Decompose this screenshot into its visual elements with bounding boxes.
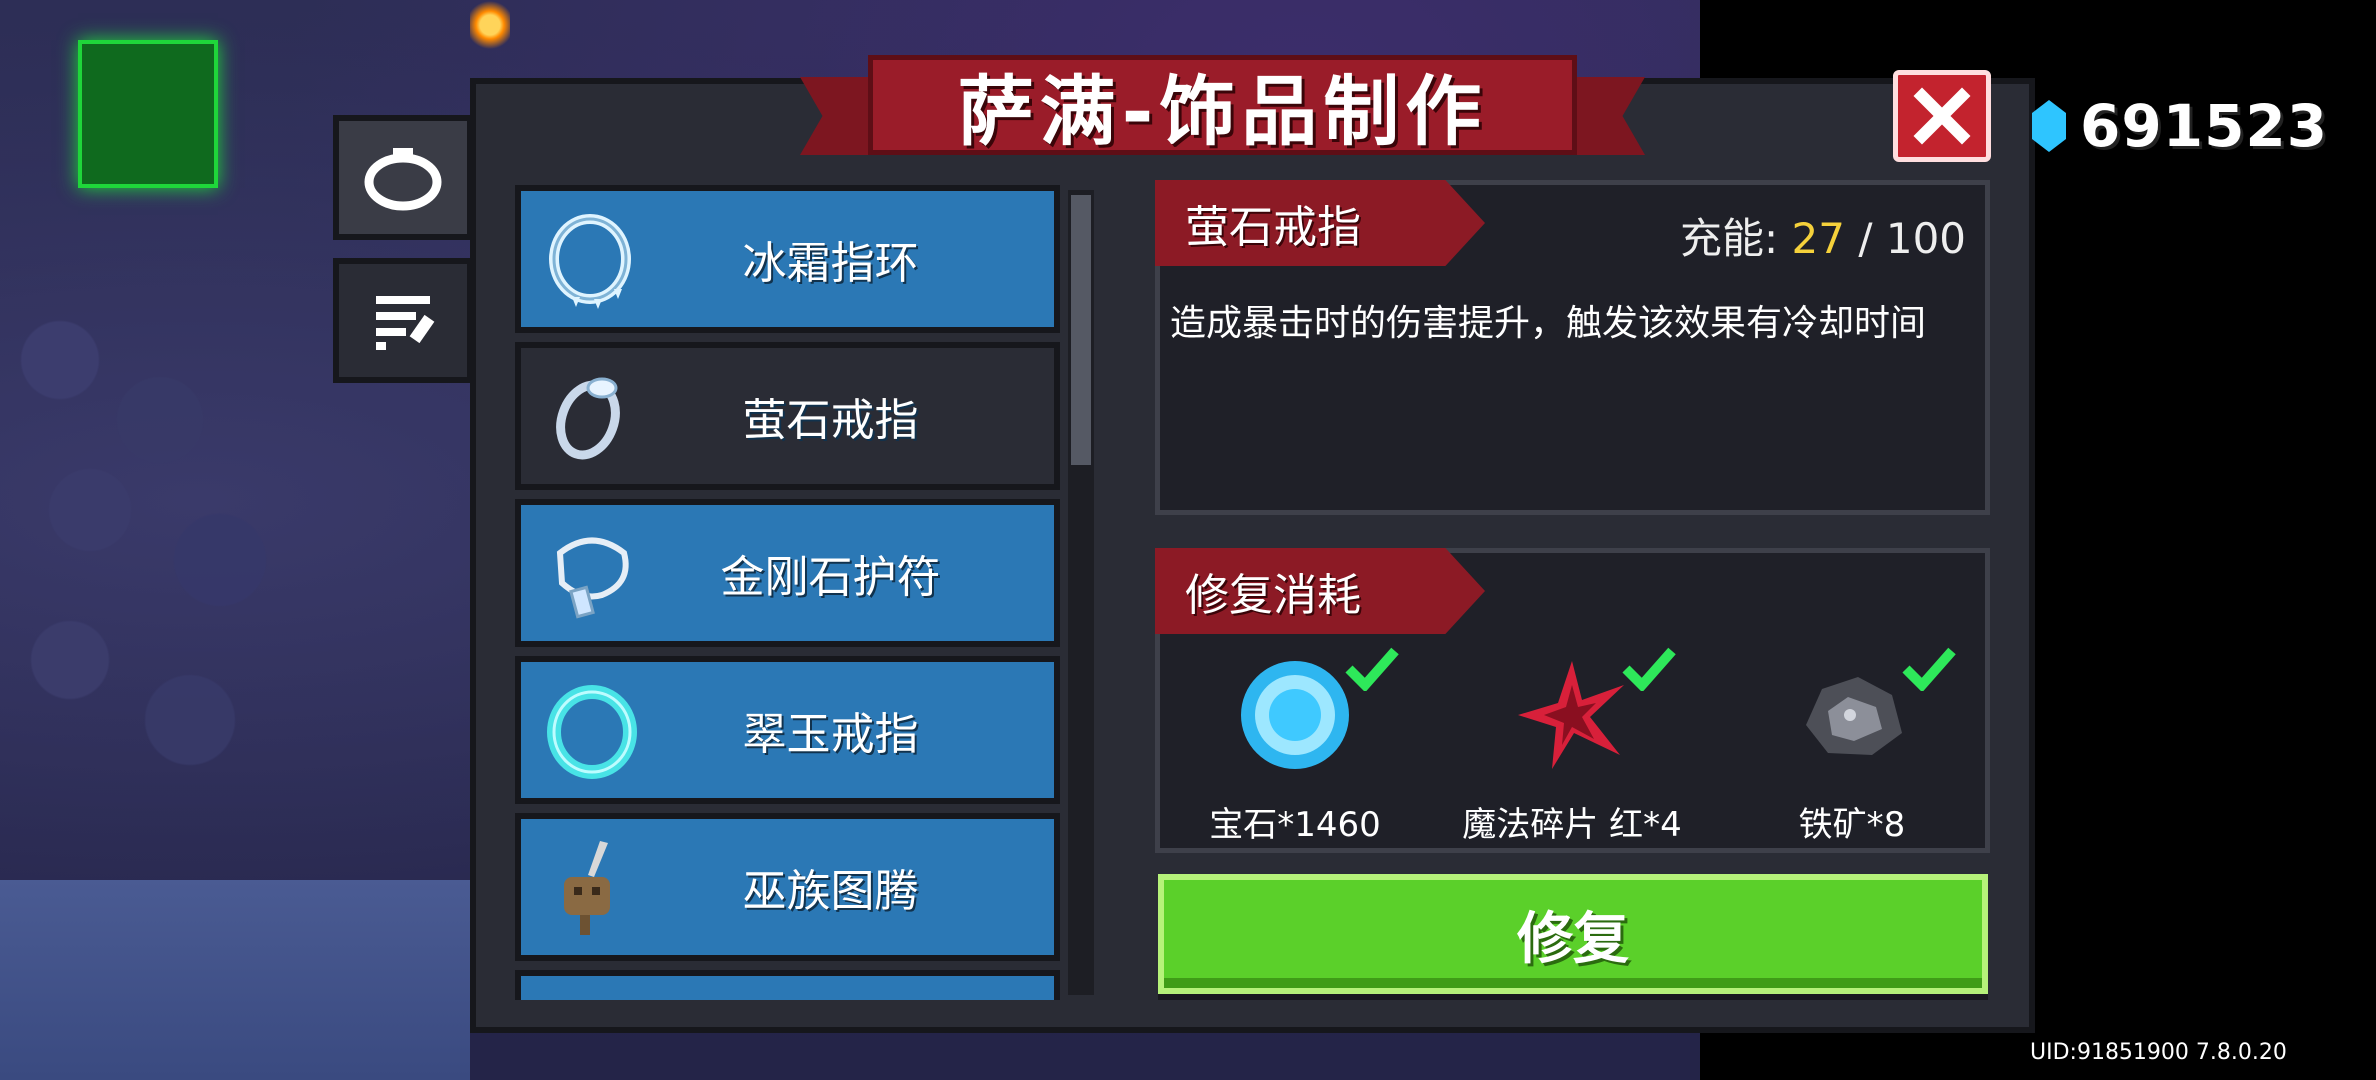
check-icon bbox=[1622, 647, 1676, 691]
material-label: 宝石*1460 bbox=[1209, 805, 1381, 845]
list-item-jade-ring[interactable]: 翠玉戒指 bbox=[515, 656, 1060, 804]
tab-recipes[interactable] bbox=[333, 258, 473, 383]
gem-currency: 691523 bbox=[2032, 92, 2328, 160]
item-description: 造成暴击时的伤害提升，触发该效果有冷却时间 bbox=[1170, 303, 1927, 344]
check-icon bbox=[1345, 647, 1399, 691]
banner-body: 萨满-饰品制作 bbox=[868, 55, 1577, 156]
list-item-frost-ring[interactable]: 冰霜指环 bbox=[515, 185, 1060, 333]
page-title: 萨满-饰品制作 bbox=[957, 67, 1488, 156]
list-item-fluorite-ring[interactable]: 萤石戒指 bbox=[515, 342, 1060, 490]
frost-ring-icon bbox=[537, 204, 647, 314]
material-label: 魔法碎片 红*4 bbox=[1462, 805, 1682, 845]
title-banner: 萨满-饰品制作 bbox=[800, 55, 1645, 167]
list-item-label: 萤石戒指 bbox=[742, 395, 919, 446]
list-item-label: 金刚石护符 bbox=[720, 552, 941, 603]
list-item-label: 翠玉戒指 bbox=[742, 709, 919, 760]
torch-flame bbox=[470, 0, 510, 50]
list-item-label: 巫族图腾 bbox=[742, 866, 919, 917]
energy-label: 充能: bbox=[1680, 214, 1779, 263]
tab-accessories[interactable] bbox=[333, 115, 473, 240]
list-scroll-thumb[interactable] bbox=[1071, 195, 1091, 465]
item-list: 冰霜指环 萤石戒指 金刚石护符 翠玉戒指 巫族图腾 bbox=[515, 185, 1110, 1000]
green-portal bbox=[78, 40, 218, 188]
blue-floor-tiles bbox=[0, 880, 470, 1080]
list-item-witch-totem[interactable]: 巫族图腾 bbox=[515, 813, 1060, 961]
cost-ribbon: 修复消耗 bbox=[1155, 548, 1485, 634]
energy-readout: 充能: 27 / 100 bbox=[1680, 205, 1966, 266]
ring-icon bbox=[364, 147, 442, 210]
energy-max: 100 bbox=[1885, 214, 1967, 263]
check-icon bbox=[1902, 647, 1956, 691]
gem-icon bbox=[1241, 661, 1349, 769]
energy-current: 27 bbox=[1791, 214, 1845, 263]
close-button[interactable] bbox=[1893, 70, 1991, 162]
item-name-ribbon: 萤石戒指 bbox=[1155, 180, 1485, 266]
list-item-diamond-amulet[interactable]: 金刚石护符 bbox=[515, 499, 1060, 647]
cost-title: 修复消耗 bbox=[1185, 570, 1361, 621]
red-magic-shard-icon bbox=[1518, 661, 1624, 769]
material-iron-ore: 铁矿*8 bbox=[1722, 647, 1982, 855]
material-red-shard: 魔法碎片 红*4 bbox=[1442, 647, 1702, 855]
material-label: 铁矿*8 bbox=[1798, 805, 1906, 845]
uid-version: UID:91851900 7.8.0.20 bbox=[2030, 1040, 2287, 1065]
fluorite-ring-icon bbox=[537, 361, 647, 471]
item-name: 萤石戒指 bbox=[1185, 202, 1361, 253]
close-icon bbox=[1913, 87, 1971, 145]
material-gem: 宝石*1460 bbox=[1165, 647, 1425, 855]
repair-button-label: 修复 bbox=[1517, 906, 1629, 972]
repair-button[interactable]: 修复 bbox=[1158, 874, 1988, 994]
currency-value: 691523 bbox=[2080, 92, 2329, 160]
witch-totem-icon bbox=[537, 832, 647, 942]
energy-separator: / bbox=[1858, 214, 1873, 263]
diamond-amulet-icon bbox=[537, 518, 647, 628]
scroll-list-icon bbox=[376, 295, 435, 350]
iron-ore-icon bbox=[1806, 677, 1902, 755]
stone-floor bbox=[0, 300, 470, 860]
jade-ring-icon bbox=[537, 675, 647, 785]
list-item-partial[interactable] bbox=[515, 970, 1060, 1000]
blue-gem-icon bbox=[2032, 100, 2066, 152]
list-item-label: 冰霜指环 bbox=[742, 238, 919, 289]
